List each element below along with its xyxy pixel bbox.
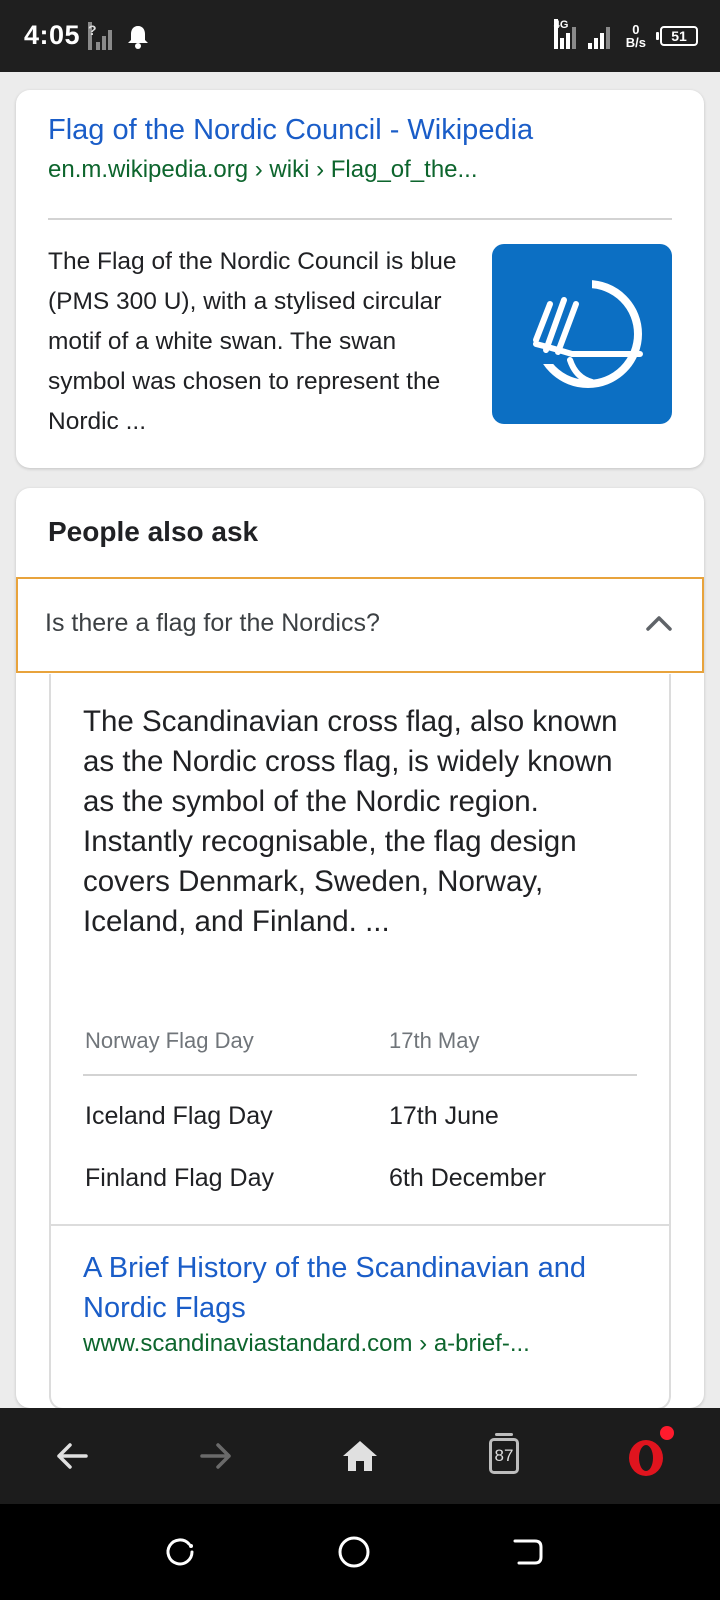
arrow-right-icon	[200, 1443, 231, 1469]
mobile-signal-2-icon	[587, 21, 614, 51]
battery-icon: 51	[656, 26, 698, 46]
recent-apps-button[interactable]	[156, 1528, 204, 1576]
answer-panel: The Scandinavian cross flag, also known …	[49, 674, 671, 1410]
no-signal-icon: ?	[88, 22, 116, 50]
back-gesture-icon	[513, 1539, 543, 1565]
table-cell-event: Iceland Flag Day	[85, 1102, 273, 1130]
back-button[interactable]	[44, 1428, 100, 1484]
arrow-left-icon	[57, 1443, 88, 1469]
question-text: Is there a flag for the Nordics?	[45, 609, 380, 637]
table-cell-date: 17th June	[389, 1102, 499, 1130]
circle-home-icon	[338, 1536, 370, 1568]
table-cell-date: 6th December	[389, 1164, 547, 1192]
browser-toolbar: 87	[0, 1408, 720, 1504]
system-navigation-bar	[0, 1504, 720, 1600]
notification-bell-icon	[128, 26, 148, 49]
people-also-ask-card: People also ask Is there a flag for the …	[16, 488, 704, 1410]
chevron-up-icon[interactable]	[642, 607, 676, 641]
divider	[48, 218, 672, 220]
table-cell-event: Finland Flag Day	[85, 1164, 274, 1192]
home-nav-button[interactable]	[330, 1528, 378, 1576]
search-result-card: Flag of the Nordic Council - Wikipedia e…	[16, 90, 704, 468]
home-icon	[343, 1441, 377, 1471]
recent-apps-icon	[166, 1538, 194, 1566]
status-time: 4:05	[24, 20, 81, 50]
back-nav-button[interactable]	[504, 1528, 552, 1576]
table-header-event: Norway Flag Day	[85, 1028, 254, 1053]
answer-text: The Scandinavian cross flag, also known …	[83, 705, 618, 938]
result-title-link[interactable]: Flag of the Nordic Council - Wikipedia	[48, 114, 533, 147]
source-url[interactable]: www.scandinaviastandard.com › a-brief-..…	[83, 1330, 530, 1358]
status-bar: 4:05 ? 4G 0 B/s 51	[0, 0, 720, 72]
result-url[interactable]: en.m.wikipedia.org › wiki › Flag_of_the.…	[48, 156, 478, 184]
home-button[interactable]	[332, 1428, 388, 1484]
network-speed: 0 B/s	[625, 22, 646, 50]
result-snippet: The Flag of the Nordic Council is blue (…	[48, 248, 457, 435]
tab-count: 87	[489, 1433, 519, 1474]
notification-dot	[660, 1426, 674, 1440]
result-thumbnail[interactable]	[492, 244, 672, 424]
source-title-link[interactable]: A Brief History of the Scandinavian and …	[83, 1248, 653, 1328]
question-accordion[interactable]: Is there a flag for the Nordics?	[16, 577, 704, 673]
people-also-ask-heading: People also ask	[48, 516, 259, 547]
opera-menu-button[interactable]	[620, 1426, 676, 1484]
forward-button[interactable]	[188, 1428, 244, 1484]
tabs-button[interactable]: 87	[476, 1428, 532, 1484]
table-divider	[83, 1074, 637, 1076]
nordic-swan-logo-icon	[532, 274, 643, 388]
divider	[51, 1224, 669, 1226]
mobile-signal-icon: 4G	[553, 19, 580, 51]
opera-logo-icon	[629, 1440, 663, 1476]
table-header-date: 17th May	[389, 1028, 480, 1053]
